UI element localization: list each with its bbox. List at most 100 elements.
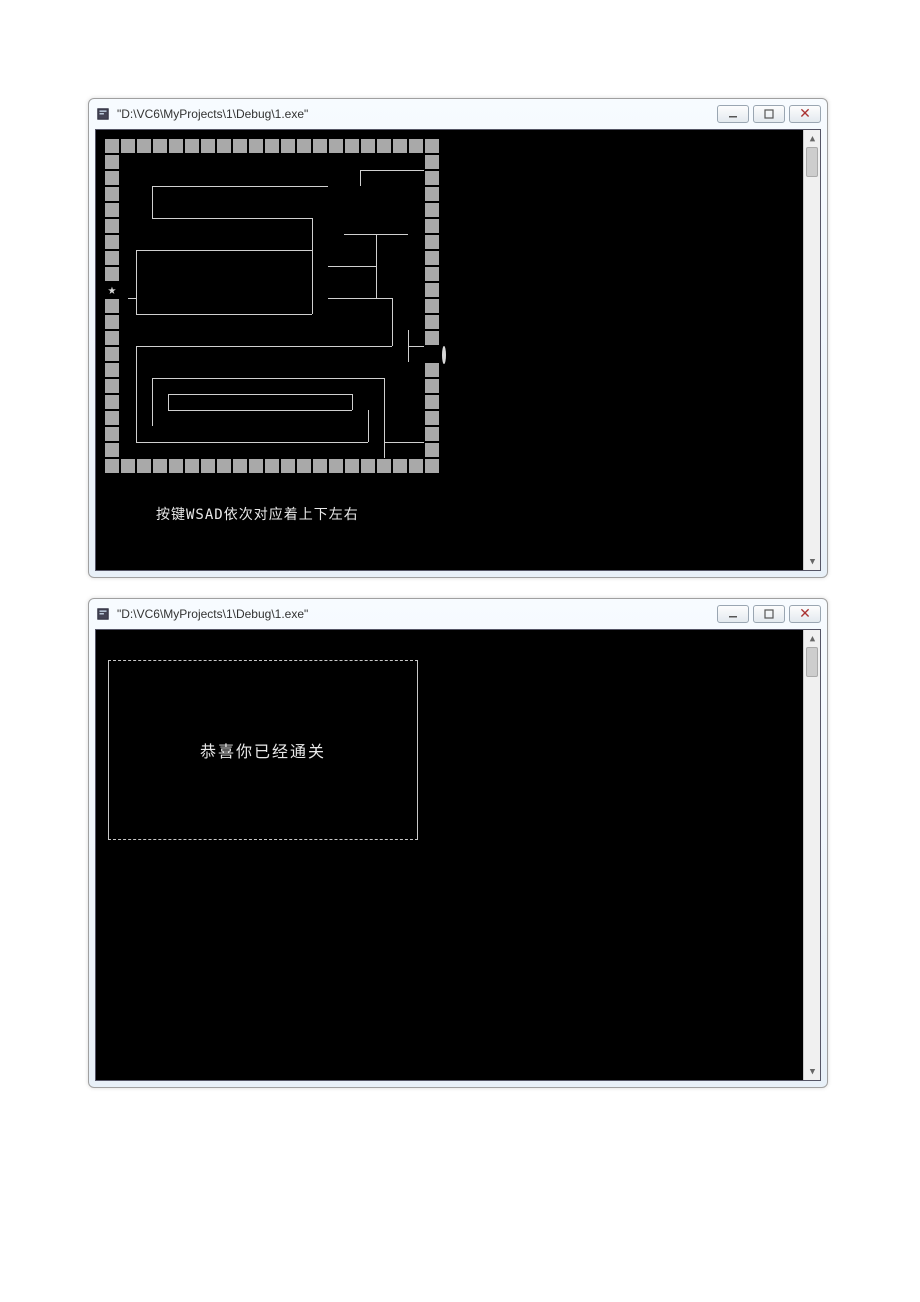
maze-wall-block — [424, 394, 440, 410]
maze-wall-block — [424, 138, 440, 154]
maze-wall-block — [104, 458, 120, 474]
maze-wall-block — [120, 138, 136, 154]
maze-inner-wall — [168, 394, 352, 395]
maze-wall-block — [104, 202, 120, 218]
maze-inner-wall — [328, 298, 392, 299]
maze-wall-block — [424, 410, 440, 426]
maze-wall-block — [104, 346, 120, 362]
maze-wall-block — [424, 426, 440, 442]
maze-grid: ★ — [104, 138, 440, 474]
maze-wall-block — [424, 330, 440, 346]
maze-wall-block — [424, 218, 440, 234]
maze-wall-block — [104, 186, 120, 202]
maze-wall-block — [104, 410, 120, 426]
maze-wall-block — [104, 266, 120, 282]
maze-wall-block — [104, 394, 120, 410]
scroll-down-arrow-icon[interactable]: ▼ — [804, 1063, 821, 1080]
maze-inner-wall — [152, 378, 384, 379]
maze-wall-block — [200, 138, 216, 154]
maze-inner-wall — [376, 234, 377, 298]
maze-wall-block — [328, 458, 344, 474]
maze-inner-wall — [136, 346, 137, 442]
maze-wall-block — [120, 458, 136, 474]
maze-wall-block — [312, 138, 328, 154]
maze-wall-block — [184, 458, 200, 474]
maze-wall-block — [104, 170, 120, 186]
scroll-up-arrow-icon[interactable]: ▲ — [804, 130, 821, 147]
maze-wall-block — [280, 458, 296, 474]
congrats-box: 恭喜你已经通关 — [108, 660, 418, 840]
titlebar[interactable]: "D:\VC6\MyProjects\1\Debug\1.exe" ✕ — [89, 99, 827, 129]
maze-inner-wall — [136, 346, 392, 347]
maze-wall-block — [296, 138, 312, 154]
maze-wall-block — [424, 378, 440, 394]
maze-wall-block — [136, 458, 152, 474]
minimize-button[interactable] — [717, 605, 749, 623]
maze-wall-block — [280, 138, 296, 154]
maze-wall-block — [168, 458, 184, 474]
maze-wall-block — [376, 138, 392, 154]
maximize-button[interactable] — [753, 605, 785, 623]
minimize-button[interactable] — [717, 105, 749, 123]
maze-inner-wall — [392, 298, 393, 346]
scroll-down-arrow-icon[interactable]: ▼ — [804, 553, 821, 570]
app-icon — [95, 606, 111, 622]
help-text: 按键WSAD依次对应着上下左右 — [156, 504, 359, 524]
maze-wall-block — [104, 442, 120, 458]
maze-inner-wall — [360, 170, 424, 171]
maze-wall-block — [152, 458, 168, 474]
vertical-scrollbar[interactable]: ▲ ▼ — [803, 630, 820, 1080]
maze-wall-block — [424, 314, 440, 330]
maze-wall-block — [264, 458, 280, 474]
maze-wall-block — [344, 138, 360, 154]
maze-inner-wall — [136, 250, 137, 314]
maze-wall-block — [408, 458, 424, 474]
maze-wall-block — [216, 458, 232, 474]
player-star-icon: ★ — [108, 283, 116, 297]
maze-wall-block — [184, 138, 200, 154]
console-output-area: ▲ ▼ 恭喜你已经通关 — [95, 629, 821, 1081]
maze-wall-block — [296, 458, 312, 474]
maze-wall-block — [360, 458, 376, 474]
maze-wall-block — [104, 234, 120, 250]
console-output-area: ▲ ▼ ★ — [95, 129, 821, 571]
maze-wall-block — [424, 202, 440, 218]
maze-inner-wall — [152, 218, 312, 219]
maze-inner-wall — [384, 378, 385, 458]
app-icon — [95, 106, 111, 122]
maze-wall-block — [152, 138, 168, 154]
scrollbar-thumb[interactable] — [806, 147, 818, 177]
maze-inner-wall — [168, 410, 352, 411]
close-button[interactable]: ✕ — [789, 105, 821, 123]
maze-inner-wall — [152, 378, 153, 426]
maze-wall-block — [104, 154, 120, 170]
maze-inner-wall — [352, 394, 353, 410]
maze-inner-wall — [152, 186, 153, 218]
maze-inner-wall — [128, 298, 136, 299]
close-button[interactable]: ✕ — [789, 605, 821, 623]
maze-inner-wall — [408, 346, 424, 347]
console-window-1: "D:\VC6\MyProjects\1\Debug\1.exe" ✕ ▲ ▼ … — [88, 98, 828, 578]
vertical-scrollbar[interactable]: ▲ ▼ — [803, 130, 820, 570]
maze-wall-block — [392, 138, 408, 154]
console-window-2: "D:\VC6\MyProjects\1\Debug\1.exe" ✕ ▲ ▼ … — [88, 598, 828, 1088]
maze-wall-block — [104, 298, 120, 314]
maze-wall-block — [424, 362, 440, 378]
window-title: "D:\VC6\MyProjects\1\Debug\1.exe" — [117, 107, 717, 121]
maze-inner-wall — [136, 250, 312, 251]
maze-wall-block — [328, 138, 344, 154]
scroll-up-arrow-icon[interactable]: ▲ — [804, 630, 821, 647]
titlebar[interactable]: "D:\VC6\MyProjects\1\Debug\1.exe" ✕ — [89, 599, 827, 629]
scrollbar-thumb[interactable] — [806, 647, 818, 677]
maze-wall-block — [264, 138, 280, 154]
maze-inner-wall — [136, 314, 312, 315]
maze-wall-block — [424, 458, 440, 474]
maze-wall-block — [424, 234, 440, 250]
maze-wall-block — [424, 186, 440, 202]
maximize-button[interactable] — [753, 105, 785, 123]
scrollbar-track[interactable] — [804, 147, 820, 553]
maze-wall-block — [232, 458, 248, 474]
scrollbar-track[interactable] — [804, 647, 820, 1063]
maze-wall-block — [376, 458, 392, 474]
maze-wall-block — [104, 250, 120, 266]
